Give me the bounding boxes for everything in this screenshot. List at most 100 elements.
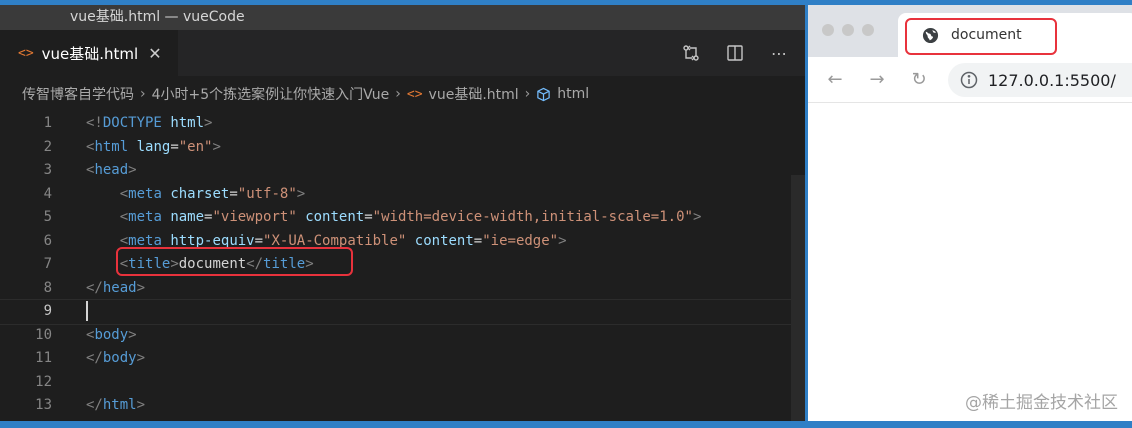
code-token: lang bbox=[136, 138, 171, 155]
editor-tab-bar: <> vue基础.html ✕ ⋯ bbox=[0, 30, 805, 76]
code-token: = bbox=[473, 232, 483, 249]
vertical-scrollbar[interactable] bbox=[791, 175, 805, 421]
code-line[interactable]: 4 <meta charset="utf-8"> bbox=[0, 183, 805, 207]
code-token: > bbox=[136, 279, 146, 296]
code-token: > bbox=[136, 397, 146, 413]
code-token: body bbox=[94, 326, 129, 343]
code-token: "en" bbox=[178, 138, 213, 155]
split-editor-icon[interactable] bbox=[725, 43, 745, 63]
code-token: > bbox=[136, 350, 146, 366]
code-token: = bbox=[229, 185, 238, 202]
code-token: <! bbox=[86, 115, 103, 131]
window-zoom-button[interactable] bbox=[862, 24, 874, 36]
code-token: < bbox=[119, 209, 129, 225]
code-token: > bbox=[212, 138, 221, 155]
line-number: 1 bbox=[43, 115, 52, 131]
code-token: > bbox=[128, 162, 137, 178]
code-line[interactable]: 3 <head> bbox=[0, 159, 805, 183]
code-line[interactable]: 13 </html> bbox=[0, 394, 805, 418]
code-token: name bbox=[170, 209, 205, 225]
code-token: meta bbox=[128, 209, 162, 225]
line-source: </head> bbox=[86, 277, 145, 301]
text-cursor bbox=[86, 301, 88, 321]
code-token: </ bbox=[86, 279, 103, 296]
code-line[interactable]: 2 <html lang="en"> bbox=[0, 136, 805, 160]
code-token: content bbox=[305, 209, 365, 225]
browser-tab-strip: document bbox=[808, 5, 1132, 57]
forward-icon[interactable]: → bbox=[866, 68, 888, 90]
code-editor-window: vue基础.html — vueCode <> vue基础.html ✕ ⋯ 传… bbox=[0, 5, 805, 421]
line-source: <body> bbox=[86, 324, 137, 348]
code-token: < bbox=[119, 185, 129, 202]
compare-changes-icon[interactable] bbox=[681, 43, 701, 63]
breadcrumb-file[interactable]: vue基础.html bbox=[429, 84, 519, 104]
window-minimize-button[interactable] bbox=[842, 24, 854, 36]
line-source: <meta name="viewport" content="width=dev… bbox=[86, 206, 702, 230]
tab-title-highlight bbox=[905, 18, 1057, 55]
code-token: content bbox=[414, 232, 474, 249]
chevron-right-icon: › bbox=[395, 86, 401, 102]
close-icon[interactable]: ✕ bbox=[148, 44, 161, 63]
watermark: @稀土掘金技术社区 bbox=[965, 393, 1118, 413]
line-number: 10 bbox=[35, 326, 52, 343]
code-token: </ bbox=[86, 397, 103, 413]
line-source: <html lang="en"> bbox=[86, 136, 221, 160]
code-line[interactable]: 9 bbox=[0, 299, 805, 325]
url-text: 127.0.0.1:5500/ bbox=[988, 70, 1116, 90]
code-token: = bbox=[364, 209, 373, 225]
title-tag-highlight bbox=[116, 247, 353, 276]
breadcrumb-folder-2[interactable]: 4小时+5个拣选案例让你快速入门Vue bbox=[152, 84, 390, 104]
code-token: html bbox=[170, 115, 205, 131]
code-token: DOCTYPE bbox=[102, 115, 162, 131]
line-number: 7 bbox=[43, 256, 52, 272]
code-token: head bbox=[102, 279, 137, 296]
line-number: 13 bbox=[35, 397, 52, 413]
code-token: = bbox=[170, 138, 179, 155]
editor-tab[interactable]: <> vue基础.html ✕ bbox=[0, 30, 178, 76]
info-icon[interactable] bbox=[960, 71, 978, 89]
line-source bbox=[86, 300, 88, 324]
code-token: html bbox=[102, 397, 137, 413]
line-source: </html> bbox=[86, 394, 145, 418]
code-line[interactable]: 11 </body> bbox=[0, 347, 805, 371]
code-line[interactable]: 8 </head> bbox=[0, 277, 805, 301]
reload-icon[interactable]: ↻ bbox=[908, 68, 930, 90]
code-line[interactable]: 1 <!DOCTYPE html> bbox=[0, 112, 805, 136]
code-token: > bbox=[128, 326, 137, 343]
code-token: html bbox=[94, 138, 129, 155]
element-cube-icon bbox=[536, 87, 551, 102]
browser-toolbar: ← → ↻ 127.0.0.1:5500/ bbox=[808, 57, 1132, 103]
editor-actions: ⋯ bbox=[681, 30, 789, 76]
window-close-button[interactable] bbox=[822, 24, 834, 36]
html-file-icon: <> bbox=[406, 86, 423, 102]
code-token: "utf-8" bbox=[237, 185, 297, 202]
code-token: head bbox=[94, 162, 129, 178]
editor-window-title: vue基础.html — vueCode bbox=[0, 5, 805, 30]
line-number: 5 bbox=[43, 209, 52, 225]
line-source: <meta charset="utf-8"> bbox=[86, 183, 306, 207]
code-token: </ bbox=[86, 350, 103, 366]
code-token: body bbox=[102, 350, 137, 366]
chevron-right-icon: › bbox=[140, 86, 146, 102]
breadcrumb: 传智博客自学代码 › 4小时+5个拣选案例让你快速入门Vue › <> vue基… bbox=[0, 76, 805, 112]
address-bar[interactable]: 127.0.0.1:5500/ bbox=[948, 63, 1132, 97]
breadcrumb-folder-1[interactable]: 传智博客自学代码 bbox=[22, 84, 134, 104]
line-source: <!DOCTYPE html> bbox=[86, 112, 212, 136]
code-line[interactable]: 12 bbox=[0, 371, 805, 395]
breadcrumb-symbol[interactable]: html bbox=[557, 86, 589, 102]
code-token: "viewport" bbox=[212, 209, 297, 225]
code-token: charset bbox=[170, 185, 230, 202]
back-icon[interactable]: ← bbox=[824, 68, 846, 90]
line-number: 12 bbox=[35, 373, 52, 390]
browser-window: document ← → ↻ 127.0.0.1:5500/ @稀土掘金技术社区 bbox=[808, 5, 1132, 421]
line-number: 9 bbox=[43, 303, 52, 319]
more-actions-icon[interactable]: ⋯ bbox=[769, 43, 789, 63]
code-line[interactable]: 5 <meta name="viewport" content="width=d… bbox=[0, 206, 805, 230]
code-line[interactable]: 10 <body> bbox=[0, 324, 805, 348]
